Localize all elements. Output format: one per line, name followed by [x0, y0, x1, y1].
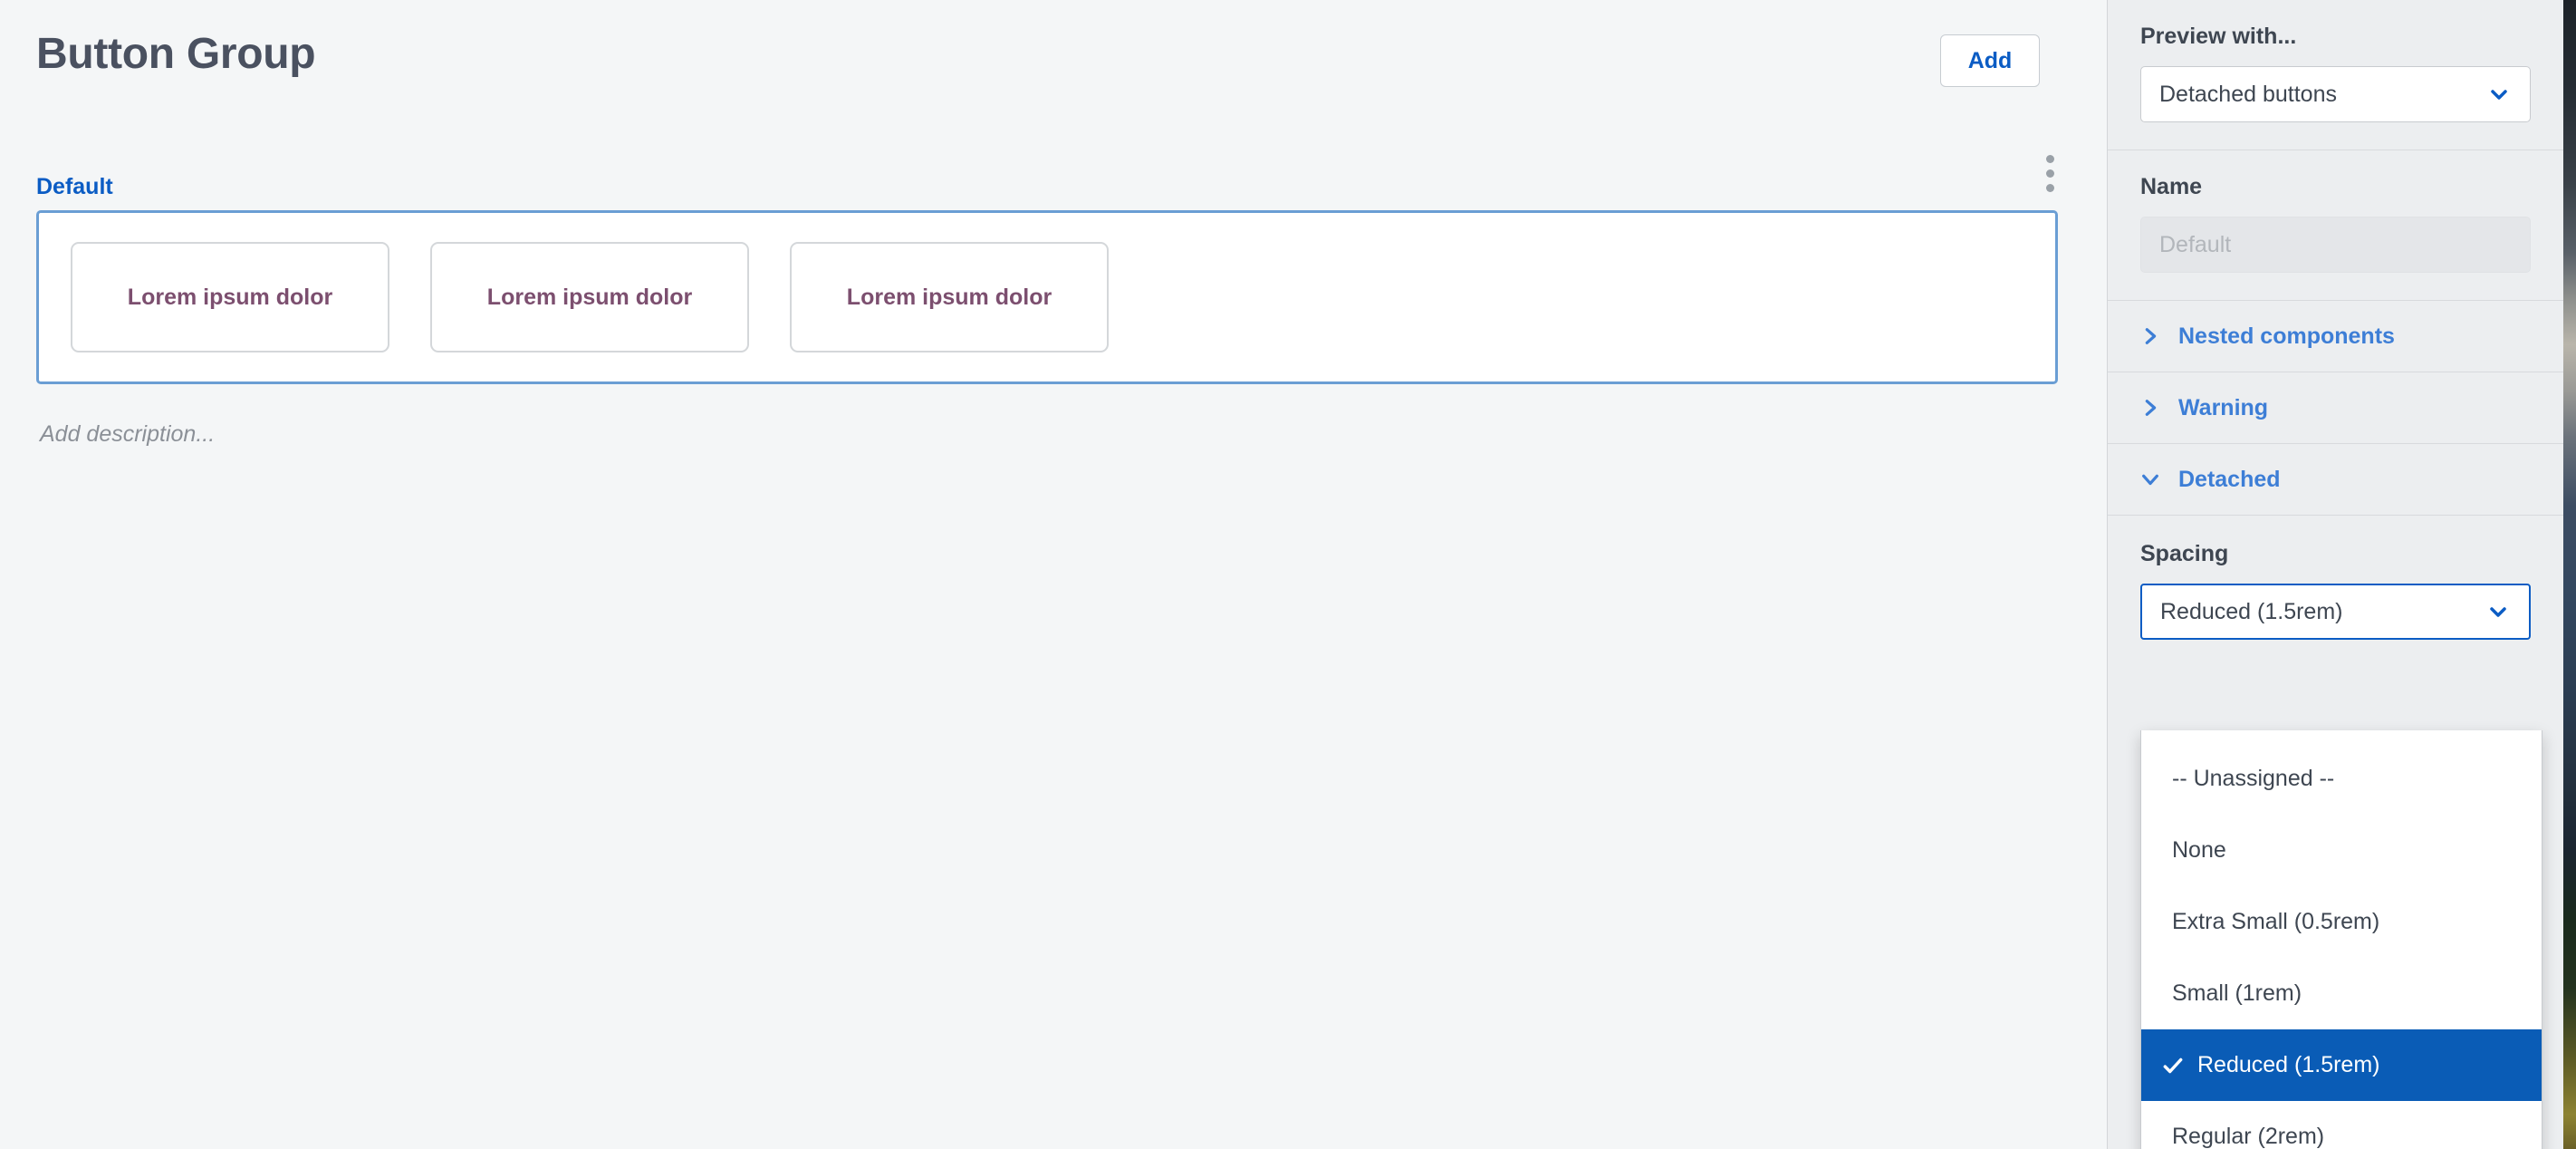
lorem-button-2[interactable]: Lorem ipsum dolor — [430, 242, 749, 352]
chevron-right-icon — [2145, 400, 2157, 416]
chevron-down-icon — [2490, 607, 2506, 617]
dropdown-option-extra-small[interactable]: Extra Small (0.5rem) — [2141, 886, 2542, 958]
lorem-button-3[interactable]: Lorem ipsum dolor — [790, 242, 1109, 352]
dropdown-option-label: Reduced (1.5rem) — [2197, 1052, 2380, 1077]
preview-with-block: Preview with... Detached buttons — [2108, 0, 2563, 150]
check-icon — [2163, 1057, 2183, 1073]
spacing-select[interactable]: Reduced (1.5rem) — [2140, 584, 2531, 640]
button-group-preview-card[interactable]: Lorem ipsum dolor Lorem ipsum dolor Lore… — [36, 210, 2058, 384]
dropdown-option-label: None — [2172, 837, 2226, 863]
desktop-wallpaper-sliver — [2563, 0, 2576, 1149]
chevron-down-icon — [2142, 474, 2158, 486]
dropdown-option-small[interactable]: Small (1rem) — [2141, 958, 2542, 1029]
accordion-label: Nested components — [2178, 323, 2395, 349]
spacing-dropdown-list[interactable]: -- Unassigned -- None Extra Small (0.5re… — [2140, 730, 2542, 1149]
dropdown-option-unassigned[interactable]: -- Unassigned -- — [2141, 743, 2542, 815]
chevron-right-icon — [2145, 328, 2157, 344]
add-button[interactable]: Add — [1940, 34, 2040, 87]
properties-sidebar: Preview with... Detached buttons Name Ne… — [2107, 0, 2563, 1149]
dropdown-option-label: Extra Small (0.5rem) — [2172, 909, 2380, 934]
preview-with-select[interactable]: Detached buttons — [2140, 66, 2531, 122]
add-description-field[interactable]: Add description... — [40, 421, 215, 448]
accordion-nested-components[interactable]: Nested components — [2108, 301, 2563, 372]
name-input[interactable] — [2140, 217, 2531, 273]
preview-with-value: Detached buttons — [2159, 81, 2337, 107]
kebab-dot — [2045, 154, 2054, 163]
page-title: Button Group — [36, 30, 316, 78]
chevron-down-icon — [2491, 90, 2507, 100]
name-block: Name — [2108, 150, 2563, 301]
accordion-label: Detached — [2178, 466, 2281, 492]
app-root: Button Group Add Default Lorem ipsum dol… — [0, 0, 2576, 1149]
dropdown-option-none[interactable]: None — [2141, 815, 2542, 886]
spacing-label: Spacing — [2140, 541, 2229, 566]
kebab-dot — [2045, 169, 2054, 178]
more-options-icon[interactable] — [2033, 152, 2066, 194]
spacing-block: Spacing Reduced (1.5rem) — [2108, 516, 2563, 640]
accordion-label: Warning — [2178, 394, 2269, 420]
accordion-detached[interactable]: Detached — [2108, 444, 2563, 516]
dropdown-option-label: -- Unassigned -- — [2172, 766, 2335, 791]
editor-canvas: Button Group Add Default Lorem ipsum dol… — [0, 0, 2107, 1149]
kebab-dot — [2045, 183, 2054, 192]
lorem-button-1[interactable]: Lorem ipsum dolor — [71, 242, 389, 352]
dropdown-option-regular[interactable]: Regular (2rem) — [2141, 1101, 2542, 1149]
dropdown-option-label: Small (1rem) — [2172, 980, 2302, 1006]
component-section-label: Default — [36, 174, 113, 199]
accordion-warning[interactable]: Warning — [2108, 372, 2563, 444]
dropdown-option-label: Regular (2rem) — [2172, 1124, 2325, 1149]
spacing-selected-value: Reduced (1.5rem) — [2160, 598, 2343, 624]
dropdown-option-reduced[interactable]: Reduced (1.5rem) — [2141, 1029, 2542, 1101]
page-header: Button Group Add — [0, 0, 2107, 127]
name-label: Name — [2140, 174, 2203, 199]
preview-with-label: Preview with... — [2140, 24, 2297, 49]
